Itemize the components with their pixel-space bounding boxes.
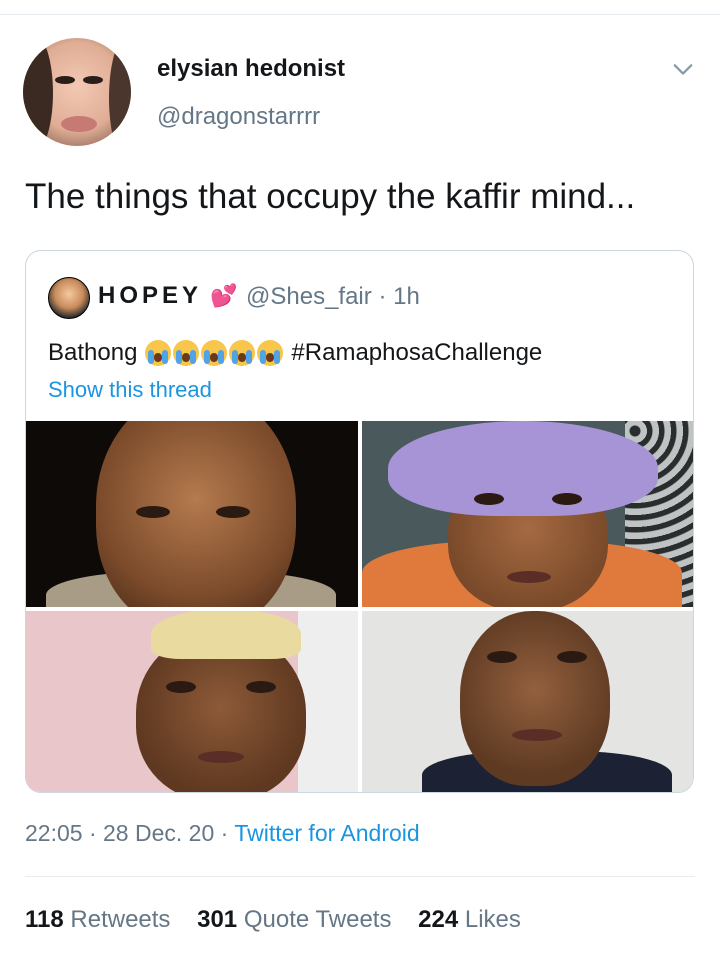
chevron-down-icon[interactable] (672, 58, 694, 80)
avatar-hair (23, 38, 53, 146)
photo-hat (388, 421, 658, 516)
retweets-stat[interactable]: 118 Retweets (25, 906, 170, 933)
avatar-hair (109, 38, 131, 146)
avatar-eye (55, 76, 75, 84)
loudly-crying-face-icon (145, 340, 172, 366)
author-name[interactable]: elysian hedonist (157, 55, 345, 83)
photo-eye (136, 506, 170, 518)
loudly-crying-face-icon (229, 340, 256, 366)
loudly-crying-face-icon (201, 340, 228, 366)
quotes-stat[interactable]: 301 Quote Tweets (197, 906, 391, 933)
crying-emoji-row (145, 340, 285, 366)
loudly-crying-face-icon (173, 340, 200, 366)
quotes-count: 301 (197, 906, 238, 933)
tweet-text: The things that occupy the kaffir mind..… (25, 177, 636, 216)
two-hearts-icon: 💕 (210, 283, 238, 308)
quoted-author-handle[interactable]: @Shes_fair (246, 283, 372, 310)
likes-label: Likes (464, 906, 521, 933)
tweet-source[interactable]: Twitter for Android (234, 820, 419, 846)
tweet-stats: 118 Retweets 301 Quote Tweets 224 Likes (25, 906, 521, 934)
photo-curtain (298, 611, 358, 792)
photo-eye (557, 651, 587, 663)
stats-divider (25, 876, 695, 877)
quoted-tweet-card[interactable]: HOPEY 💕 @Shes_fair · 1h Bathong #Ramapho… (25, 250, 694, 793)
show-thread-link[interactable]: Show this thread (48, 377, 212, 403)
quoted-time: 1h (393, 283, 420, 310)
quoted-hashtag[interactable]: #RamaphosaChallenge (291, 339, 542, 367)
quoted-text: Bathong #RamaphosaChallenge (48, 339, 542, 367)
photo-eye (552, 493, 582, 505)
photo-eye (216, 506, 250, 518)
quoted-photo-3[interactable] (26, 611, 358, 792)
meta-separator: · (378, 283, 387, 310)
photo-mouth (198, 751, 244, 763)
quoted-photo-4[interactable] (362, 611, 693, 792)
author-avatar[interactable] (23, 38, 131, 146)
meta-separator: · (88, 820, 97, 846)
loudly-crying-face-icon (257, 340, 284, 366)
tweet-timestamp: 22:05 · 28 Dec. 20 · Twitter for Android (25, 820, 420, 847)
photo-eye (166, 681, 196, 693)
photo-hair (151, 611, 301, 659)
meta-separator: · (220, 820, 229, 846)
photo-face (460, 611, 610, 786)
photo-mouth (512, 729, 562, 741)
photo-eye (474, 493, 504, 505)
retweets-label: Retweets (70, 906, 171, 933)
tweet-date[interactable]: 28 Dec. 20 (103, 820, 214, 846)
photo-eye (246, 681, 276, 693)
quoted-photo-1[interactable] (26, 421, 358, 607)
photo-eye (487, 651, 517, 663)
quotes-label: Quote Tweets (243, 906, 392, 933)
quoted-photo-2[interactable] (362, 421, 693, 607)
top-divider (0, 14, 720, 15)
photo-face (96, 421, 296, 607)
retweets-count: 118 (25, 906, 64, 933)
avatar-eye (83, 76, 103, 84)
quoted-author-name[interactable]: HOPEY (98, 282, 202, 310)
quoted-meta: @Shes_fair · 1h (246, 283, 420, 311)
avatar-lips (61, 116, 97, 132)
likes-count: 224 (418, 906, 459, 933)
quoted-text-word: Bathong (48, 339, 138, 366)
photo-mouth (507, 571, 551, 583)
quoted-avatar[interactable] (48, 277, 90, 319)
tweet-time[interactable]: 22:05 (25, 820, 83, 846)
likes-stat[interactable]: 224 Likes (418, 906, 521, 933)
author-handle[interactable]: @dragonstarrrr (157, 103, 320, 131)
